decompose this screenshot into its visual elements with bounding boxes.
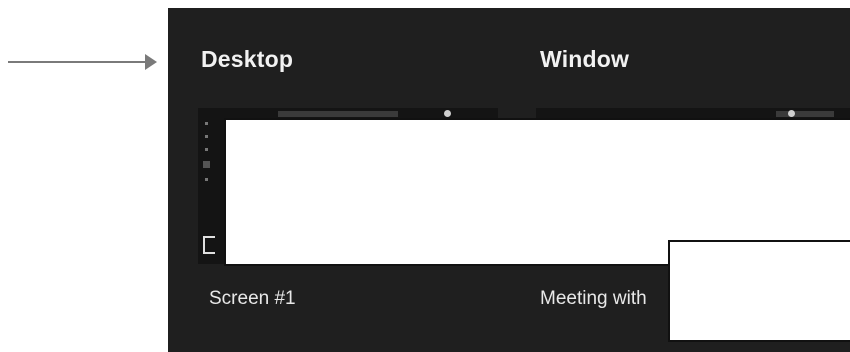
thumbnail-avatar-icon [444,110,451,117]
window-section-title: Window [540,46,630,72]
thumbnail-sidebar-icon [205,148,208,151]
thumbnail-sidebar-icon [203,161,210,168]
thumbnail-titlebar [776,111,834,117]
arrow-head [145,54,157,70]
redaction-box [668,240,850,342]
thumbnail-sidebar-icon [205,135,208,138]
screenshot-canvas: Desktop Window Screen #1 Meeting with [0,0,850,352]
screen-1-caption: Screen #1 [209,288,296,309]
thumbnail-sidebar [203,122,211,242]
arrow-shaft [8,61,146,63]
thumbnail-titlebar [278,111,398,117]
thumbnail-avatar-icon [788,110,795,117]
thumbnail-device-icon [203,236,215,254]
desktop-section-title: Desktop [201,46,294,72]
meeting-window-caption: Meeting with [540,288,647,309]
thumbnail-sidebar-icon [205,122,208,125]
thumbnail-sidebar-icon [205,178,208,181]
